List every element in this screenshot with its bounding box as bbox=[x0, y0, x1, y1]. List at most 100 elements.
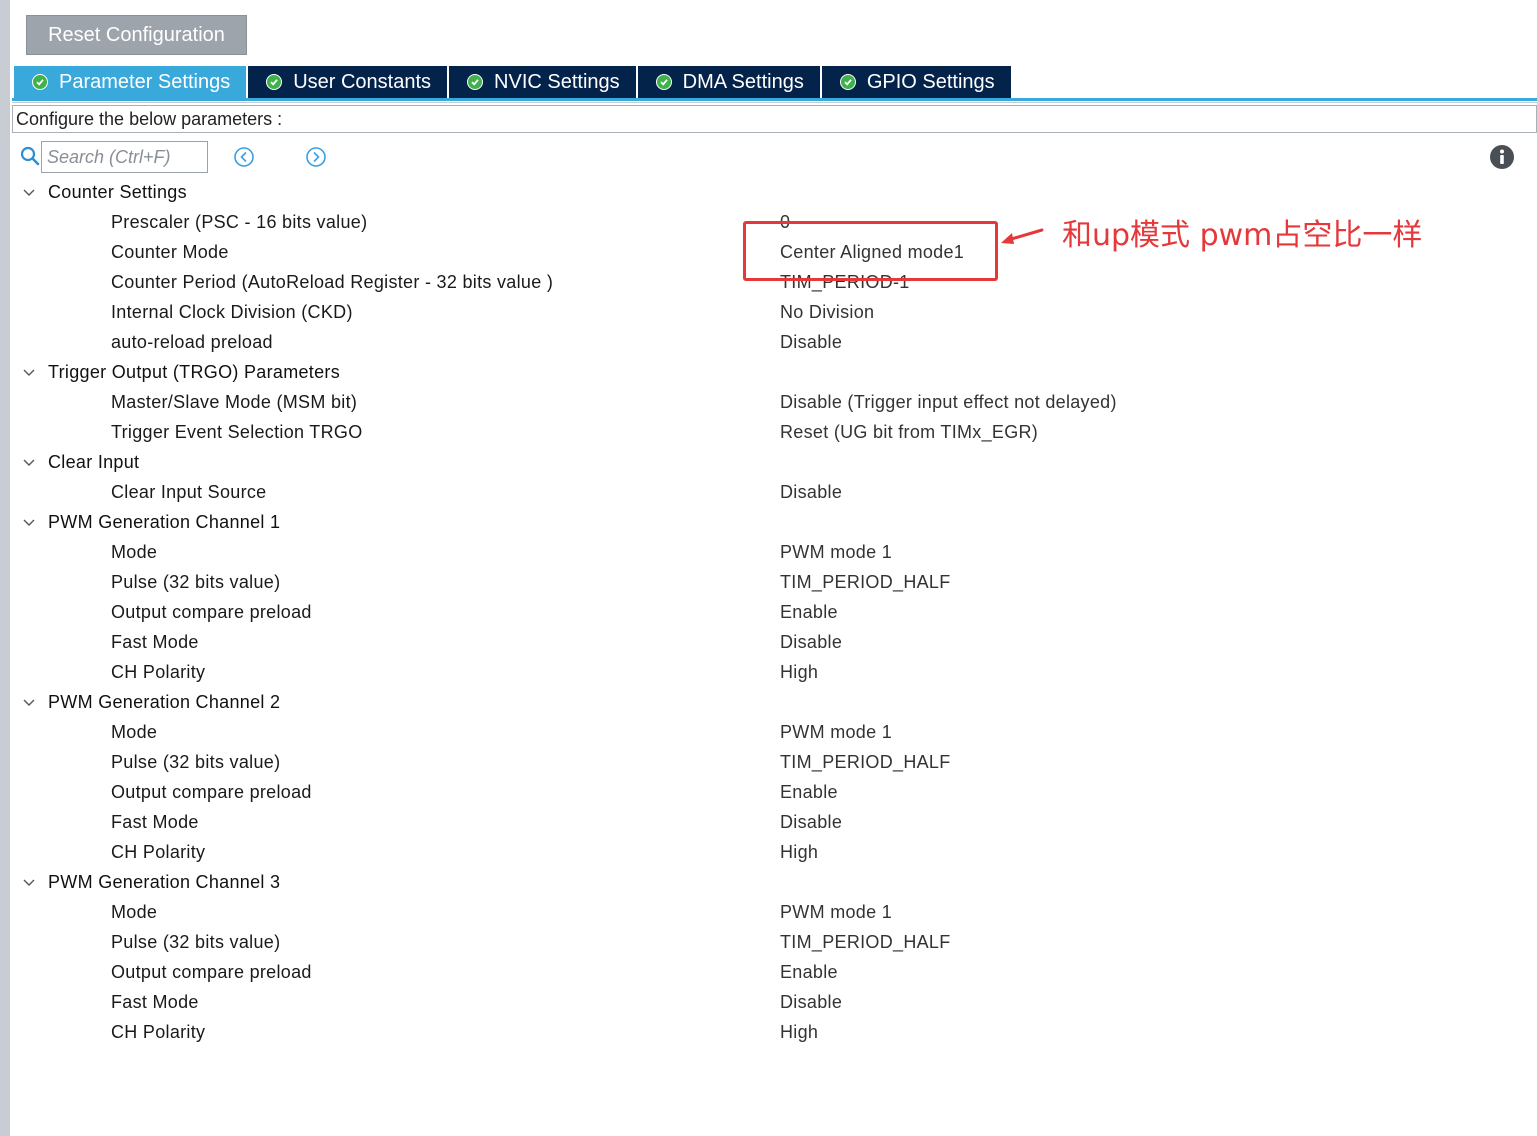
parameter-row[interactable]: Output compare preload Enable bbox=[0, 958, 1537, 988]
parameter-row[interactable]: Mode PWM mode 1 bbox=[0, 898, 1537, 928]
parameter-label: Mode bbox=[111, 902, 158, 922]
parameter-label: CH Polarity bbox=[111, 1022, 206, 1042]
parameter-label: CH Polarity bbox=[111, 662, 206, 682]
parameter-row[interactable]: Output compare preload Enable bbox=[0, 598, 1537, 628]
parameter-value[interactable]: Disable (Trigger input effect not delaye… bbox=[780, 392, 1117, 413]
parameter-label: Prescaler (PSC - 16 bits value) bbox=[111, 212, 368, 232]
parameter-value[interactable]: Disable bbox=[780, 992, 842, 1013]
group-row[interactable]: Clear Input bbox=[0, 448, 1537, 478]
tab-label: GPIO Settings bbox=[866, 70, 995, 93]
parameter-value[interactable]: Enable bbox=[780, 962, 838, 983]
tab-user-constants[interactable]: User Constants bbox=[248, 66, 448, 98]
group-row[interactable]: Trigger Output (TRGO) Parameters bbox=[0, 358, 1537, 388]
parameter-value[interactable]: PWM mode 1 bbox=[780, 542, 892, 563]
group-row[interactable]: Counter Settings bbox=[0, 178, 1537, 208]
check-circle-icon bbox=[32, 74, 48, 90]
chevron-down-icon[interactable] bbox=[22, 517, 36, 529]
annotation-arrow-icon bbox=[1001, 228, 1044, 244]
parameter-value[interactable]: TIM_PERIOD_HALF bbox=[780, 752, 951, 773]
parameter-row[interactable]: CH Polarity High bbox=[0, 658, 1537, 688]
chevron-right-circle-icon[interactable] bbox=[305, 146, 327, 168]
tab-label: Parameter Settings bbox=[59, 70, 231, 93]
parameter-label: Output compare preload bbox=[111, 602, 312, 622]
parameter-value[interactable]: Enable bbox=[780, 602, 838, 623]
chevron-down-icon[interactable] bbox=[22, 367, 36, 379]
parameter-value[interactable]: No Division bbox=[780, 302, 874, 323]
parameter-row[interactable]: Pulse (32 bits value) TIM_PERIOD_HALF bbox=[0, 928, 1537, 958]
configure-parameters-bar: Configure the below parameters : bbox=[12, 105, 1537, 133]
chevron-down-icon[interactable] bbox=[22, 187, 36, 199]
chevron-down-icon[interactable] bbox=[22, 697, 36, 709]
tab-divider bbox=[12, 102, 1537, 103]
tab-dma-settings[interactable]: DMA Settings bbox=[637, 66, 820, 98]
info-icon[interactable] bbox=[1489, 144, 1515, 170]
parameter-label: Pulse (32 bits value) bbox=[111, 932, 281, 952]
parameter-label: Output compare preload bbox=[111, 782, 312, 802]
parameter-value[interactable]: PWM mode 1 bbox=[780, 722, 892, 743]
parameter-label: Clear Input Source bbox=[111, 482, 267, 502]
group-title: PWM Generation Channel 1 bbox=[48, 512, 281, 532]
parameter-row[interactable]: Fast Mode Disable bbox=[0, 628, 1537, 658]
tab-label: User Constants bbox=[293, 70, 432, 93]
parameter-row[interactable]: CH Polarity High bbox=[0, 1018, 1537, 1048]
parameter-value[interactable]: Disable bbox=[780, 482, 842, 503]
search-icon[interactable] bbox=[20, 146, 40, 166]
parameter-value[interactable]: Reset (UG bit from TIMx_EGR) bbox=[780, 422, 1038, 443]
parameter-row[interactable]: auto-reload preload Disable bbox=[0, 328, 1537, 358]
parameter-label: Fast Mode bbox=[111, 632, 199, 652]
parameter-label: Mode bbox=[111, 722, 158, 742]
parameter-row[interactable]: CH Polarity High bbox=[0, 838, 1537, 868]
parameter-label: CH Polarity bbox=[111, 842, 206, 862]
chevron-left-circle-icon[interactable] bbox=[233, 146, 255, 168]
parameter-label: Fast Mode bbox=[111, 812, 199, 832]
parameter-row[interactable]: Mode PWM mode 1 bbox=[0, 718, 1537, 748]
chevron-down-icon[interactable] bbox=[22, 877, 36, 889]
reset-configuration-button[interactable]: Reset Configuration bbox=[26, 15, 247, 55]
group-row[interactable]: PWM Generation Channel 3 bbox=[0, 868, 1537, 898]
parameter-value[interactable]: High bbox=[780, 842, 818, 863]
parameter-value[interactable]: TIM_PERIOD_HALF bbox=[780, 572, 951, 593]
group-row[interactable]: PWM Generation Channel 2 bbox=[0, 688, 1537, 718]
parameter-label: Pulse (32 bits value) bbox=[111, 752, 281, 772]
parameter-label: Pulse (32 bits value) bbox=[111, 572, 281, 592]
parameter-row[interactable]: Fast Mode Disable bbox=[0, 988, 1537, 1018]
tab-parameter-settings[interactable]: Parameter Settings bbox=[14, 66, 247, 98]
parameter-value[interactable]: Enable bbox=[780, 782, 838, 803]
parameter-value[interactable]: High bbox=[780, 662, 818, 683]
check-circle-icon bbox=[655, 74, 672, 90]
parameter-label: Internal Clock Division (CKD) bbox=[111, 302, 353, 322]
tab-nvic-settings[interactable]: NVIC Settings bbox=[449, 66, 636, 98]
group-title: Trigger Output (TRGO) Parameters bbox=[48, 362, 341, 382]
parameter-row[interactable]: Internal Clock Division (CKD) No Division bbox=[0, 298, 1537, 328]
parameter-row[interactable]: Trigger Event Selection TRGO Reset (UG bi… bbox=[0, 418, 1537, 448]
parameter-value[interactable]: Disable bbox=[780, 812, 842, 833]
tab-label: NVIC Settings bbox=[494, 70, 620, 93]
tab-underline bbox=[12, 98, 1537, 101]
parameter-row[interactable]: Master/Slave Mode (MSM bit) Disable (Trig… bbox=[0, 388, 1537, 418]
check-circle-icon bbox=[266, 74, 283, 90]
parameter-value[interactable]: Disable bbox=[780, 332, 842, 353]
parameter-row[interactable]: Pulse (32 bits value) TIM_PERIOD_HALF bbox=[0, 748, 1537, 778]
parameter-tree: Counter Settings Prescaler (PSC - 16 bits… bbox=[0, 178, 1537, 1048]
parameter-row[interactable]: Clear Input Source Disable bbox=[0, 478, 1537, 508]
parameter-row[interactable]: Pulse (32 bits value) TIM_PERIOD_HALF bbox=[0, 568, 1537, 598]
annotation-text: 和up模式 pwm占空比一样 bbox=[1062, 218, 1423, 253]
group-title: Clear Input bbox=[48, 452, 140, 472]
parameter-label: Counter Mode bbox=[111, 242, 229, 262]
parameter-row[interactable]: Output compare preload Enable bbox=[0, 778, 1537, 808]
tab-bar: Parameter Settings User Constants NVIC Set… bbox=[14, 66, 1013, 98]
parameter-value[interactable]: PWM mode 1 bbox=[780, 902, 892, 923]
search-input[interactable] bbox=[41, 141, 208, 173]
parameter-label: Mode bbox=[111, 542, 158, 562]
parameter-row[interactable]: Mode PWM mode 1 bbox=[0, 538, 1537, 568]
group-row[interactable]: PWM Generation Channel 1 bbox=[0, 508, 1537, 538]
parameter-row[interactable]: Fast Mode Disable bbox=[0, 808, 1537, 838]
group-title: PWM Generation Channel 3 bbox=[48, 872, 281, 892]
tab-gpio-settings[interactable]: GPIO Settings bbox=[821, 66, 1011, 98]
parameter-value[interactable]: Disable bbox=[780, 632, 842, 653]
parameter-label: Fast Mode bbox=[111, 992, 199, 1012]
configure-parameters-label: Configure the below parameters : bbox=[16, 108, 283, 129]
parameter-value[interactable]: TIM_PERIOD_HALF bbox=[780, 932, 951, 953]
chevron-down-icon[interactable] bbox=[22, 457, 36, 469]
parameter-value[interactable]: High bbox=[780, 1022, 818, 1043]
